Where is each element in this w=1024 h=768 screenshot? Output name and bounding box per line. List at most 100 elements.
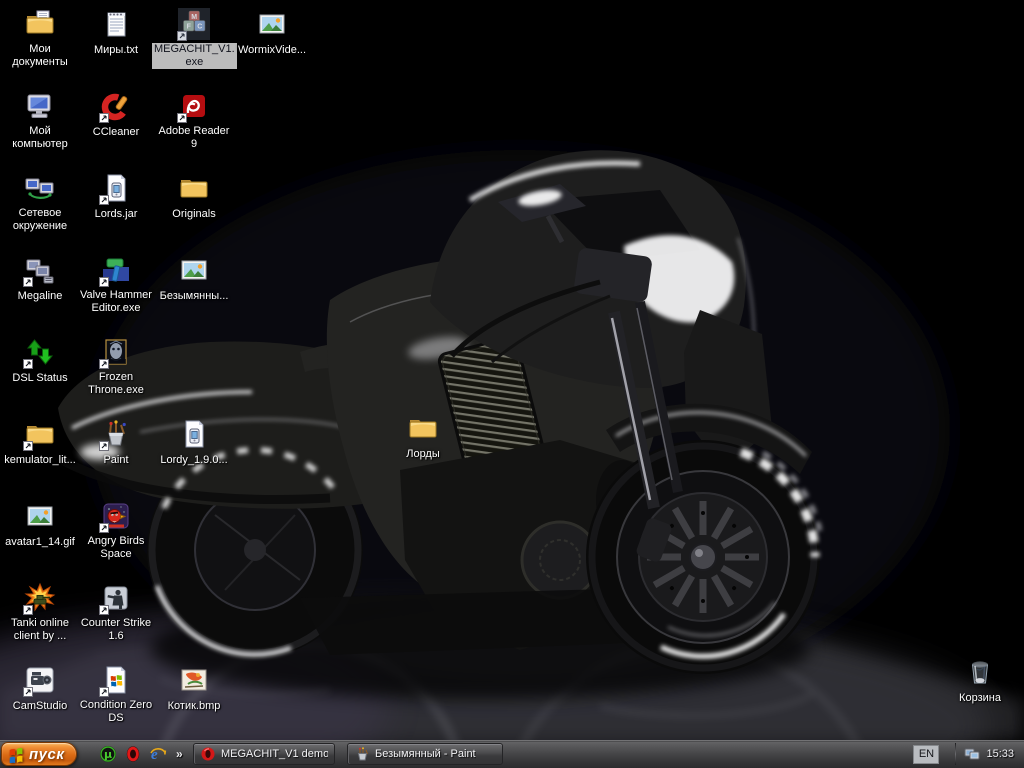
desktop-icon-adobe-reader-9[interactable]: Adobe Reader 9 <box>152 90 236 152</box>
window-title: Безымянный - Paint <box>375 748 476 760</box>
tanki-icon <box>23 582 56 615</box>
window-title: MEGACHIT_V1 demo ... <box>221 748 328 760</box>
desktop-icon-bezymyanny-img[interactable]: Безымянны... <box>152 254 236 304</box>
icon-label: Frozen Throne.exe <box>88 371 144 396</box>
recycle-bin-icon <box>964 656 996 688</box>
desktop-icon-lordy-folder[interactable]: Лорды <box>381 412 465 462</box>
taskbar-window-button-1[interactable]: MEGACHIT_V1 demo ... <box>193 743 335 765</box>
java-doc-icon <box>99 172 132 205</box>
shortcut-arrow-icon <box>99 277 109 287</box>
desktop-icon-frozen-throne[interactable]: Frozen Throne.exe <box>74 336 158 398</box>
dsl-arrows-icon <box>23 336 56 369</box>
notepad-icon <box>100 8 132 40</box>
desktop-icon-condition-zero[interactable]: Condition Zero DS <box>74 664 158 726</box>
shortcut-arrow-icon <box>99 687 109 697</box>
start-button[interactable]: пуск <box>1 742 77 766</box>
desktop-icon-originals[interactable]: Originals <box>152 172 236 222</box>
frozen-throne-icon <box>99 336 132 369</box>
my-computer-icon <box>24 90 56 122</box>
icon-label: Мой компьютер <box>12 125 68 150</box>
quick-launch-overflow-chevron[interactable]: » <box>174 747 185 761</box>
icon-label: Originals <box>172 208 216 220</box>
java-doc-icon <box>178 418 210 450</box>
folder-icon <box>178 172 210 204</box>
quick-launch-utorrent-icon[interactable]: µ <box>99 745 117 763</box>
desktop-icon-megaline[interactable]: Megaline <box>0 254 82 304</box>
system-tray: EN 15:33 <box>913 740 1024 768</box>
icon-label: kemulator_lit... <box>4 454 76 466</box>
desktop-icon-valve-hammer[interactable]: Valve Hammer Editor.exe <box>74 254 158 316</box>
folder-icon <box>23 418 56 451</box>
painting-icon <box>178 664 210 696</box>
icon-label: Lordy_1.9.0... <box>160 454 228 466</box>
clock: 15:33 <box>986 748 1014 760</box>
network-places-icon <box>24 172 56 204</box>
tray-separator <box>955 743 957 765</box>
quick-launch-bar: µ e » <box>99 744 185 764</box>
counter-strike-icon <box>99 582 132 615</box>
red-ring-icon <box>200 746 216 762</box>
desktop-icon-angry-birds[interactable]: Angry Birds Space <box>74 500 158 562</box>
desktop-icon-lords-jar[interactable]: Lords.jar <box>74 172 158 222</box>
svg-text:M: M <box>191 14 197 21</box>
desktop-icon-camstudio[interactable]: CamStudio <box>0 664 82 714</box>
shortcut-arrow-icon <box>23 605 33 615</box>
icon-label: WormixVide... <box>237 44 307 56</box>
shortcut-arrow-icon <box>99 359 109 369</box>
desktop-icon-miry-txt[interactable]: Миры.txt <box>74 8 158 58</box>
app-cubes-icon: MFC <box>177 8 210 41</box>
task-buttons: MEGACHIT_V1 demo ... Безымянный - Paint <box>193 743 503 765</box>
icon-label: Мои документы <box>12 43 68 68</box>
svg-text:µ: µ <box>104 748 112 761</box>
shortcut-arrow-icon <box>99 441 109 451</box>
language-indicator[interactable]: EN <box>913 744 940 764</box>
desktop-icon-dsl-status[interactable]: DSL Status <box>0 336 82 386</box>
desktop-icon-network-places[interactable]: Сетевое окружение <box>0 172 82 234</box>
icon-label: CamStudio <box>12 700 68 712</box>
desktop-icon-wormix-video[interactable]: WormixVide... <box>230 8 314 58</box>
desktop-icon-kemulator[interactable]: kemulator_lit... <box>0 418 82 468</box>
desktop-icon-my-documents[interactable]: Мои документы <box>0 8 82 70</box>
megaline-icon <box>23 254 56 287</box>
desktop-screen: Мои документы Миры.txt M F C MEGACHIT_V1. exe… <box>0 0 1024 768</box>
desktop-icon-lordy-jar[interactable]: Lordy_1.9.0... <box>152 418 236 468</box>
desktop-icon-megachit-exe[interactable]: M F C MEGACHIT_V1. exe <box>152 8 237 70</box>
desktop-icon-paint[interactable]: Paint <box>74 418 158 468</box>
shortcut-arrow-icon <box>99 523 109 533</box>
quick-launch-opera-icon[interactable] <box>124 745 142 763</box>
icon-label: DSL Status <box>12 372 68 384</box>
network-status-icon[interactable] <box>964 746 980 762</box>
shortcut-arrow-icon <box>23 441 33 451</box>
my-documents-icon <box>24 8 56 40</box>
desktop-icon-ccleaner[interactable]: CCleaner <box>74 90 158 140</box>
svg-text:C: C <box>197 24 202 31</box>
icon-label: Lords.jar <box>94 208 138 220</box>
svg-text:F: F <box>187 24 192 31</box>
taskbar: пуск µ e » MEGACHIT_V1 demo ... Безымянный … <box>0 740 1024 768</box>
picture-icon <box>24 500 56 532</box>
desktop-icon-my-computer[interactable]: Мой компьютер <box>0 90 82 152</box>
icon-label: Adobe Reader 9 <box>158 125 230 150</box>
paint-cup-small-icon <box>354 746 370 762</box>
paint-cup-icon <box>99 418 132 451</box>
icon-label: Миры.txt <box>94 44 138 56</box>
shortcut-arrow-icon <box>177 113 187 123</box>
desktop-icon-kotik-bmp[interactable]: Котик.bmp <box>152 664 236 714</box>
quick-launch-internet-explorer-icon[interactable]: e <box>149 745 167 763</box>
hammer-icon <box>99 254 132 287</box>
icon-label: CCleaner <box>92 126 140 138</box>
taskbar-window-button-2[interactable]: Безымянный - Paint <box>347 743 503 765</box>
condition-zero-icon <box>99 664 132 697</box>
icon-label: Megaline <box>17 290 63 302</box>
icon-label: MEGACHIT_V1. exe <box>152 43 237 69</box>
folder-icon <box>407 412 439 444</box>
desktop-icon-tanki-online[interactable]: Tanki online client by ... <box>0 582 82 644</box>
desktop-icon-avatar-gif[interactable]: avatar1_14.gif <box>0 500 82 550</box>
icon-label: Paint <box>103 454 129 466</box>
icon-label: Valve Hammer Editor.exe <box>80 289 152 314</box>
desktop-icon-counter-strike[interactable]: Counter Strike 1.6 <box>74 582 158 644</box>
icon-label: Лорды <box>406 448 440 460</box>
desktop-icon-recycle-bin[interactable]: Корзина <box>938 656 1022 706</box>
icon-label: Counter Strike 1.6 <box>80 617 152 642</box>
start-label: пуск <box>29 745 65 763</box>
